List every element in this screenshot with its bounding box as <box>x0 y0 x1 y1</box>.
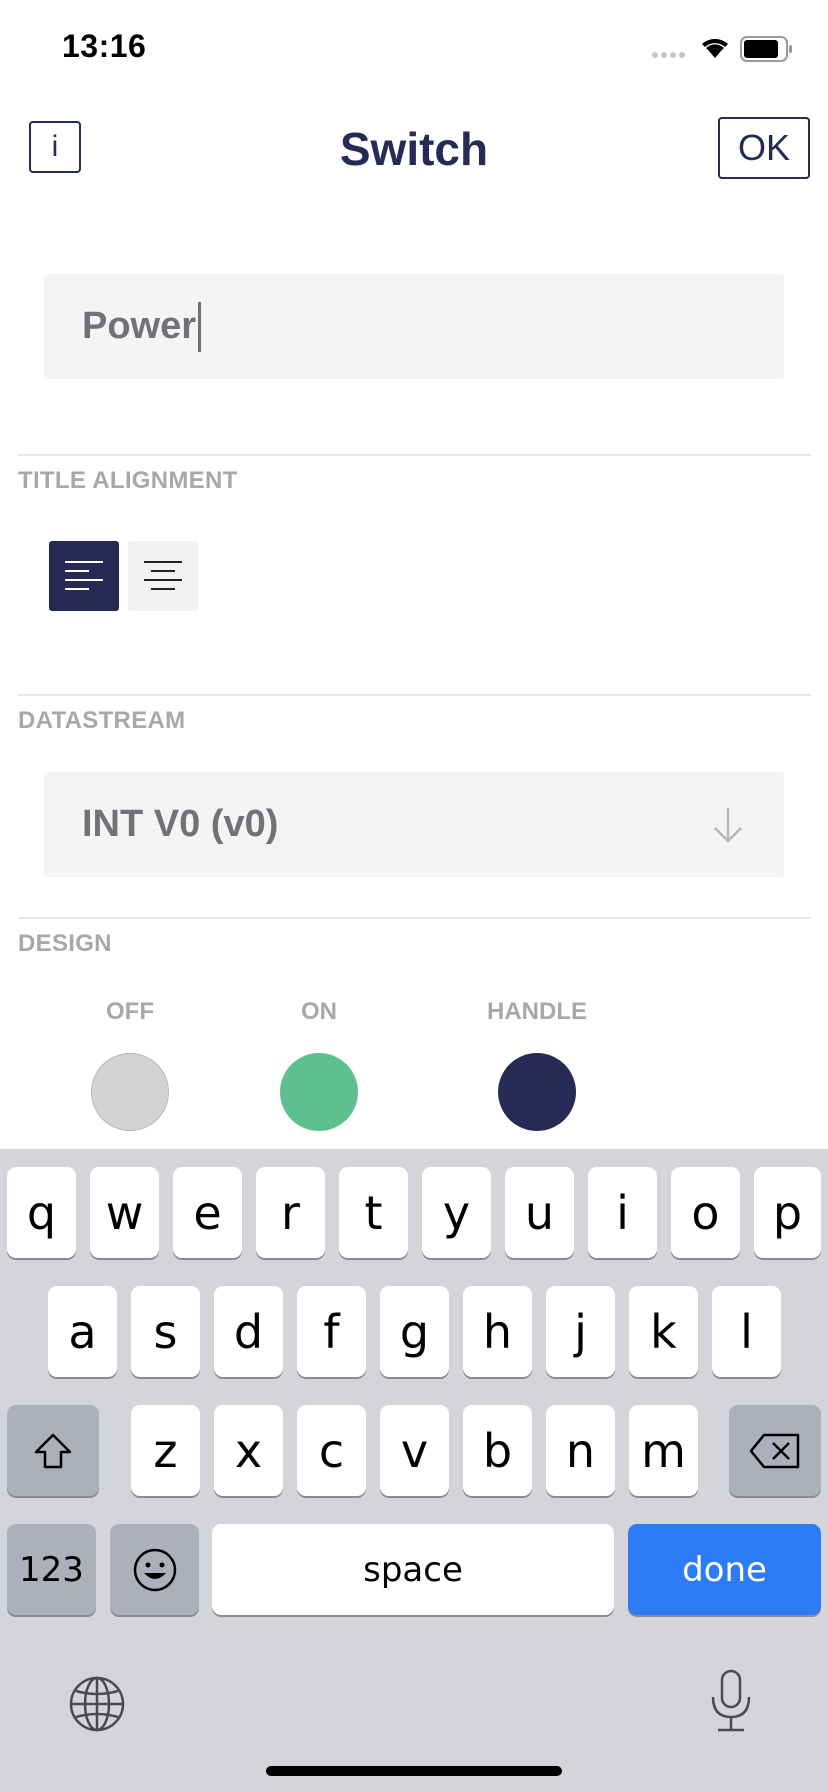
keyboard: q w e r t y u i o p a s d f g h j k l z … <box>0 1149 828 1792</box>
key-g[interactable]: g <box>380 1286 449 1377</box>
text-caret <box>198 301 202 352</box>
key-x[interactable]: x <box>214 1405 283 1496</box>
home-indicator <box>266 1766 562 1776</box>
divider <box>18 454 811 456</box>
backspace-key[interactable] <box>729 1405 821 1496</box>
key-i[interactable]: i <box>588 1167 657 1258</box>
space-key[interactable]: space <box>212 1524 614 1615</box>
key-c[interactable]: c <box>297 1405 366 1496</box>
align-center-button[interactable] <box>128 541 198 611</box>
key-a[interactable]: a <box>48 1286 117 1377</box>
off-color-label: OFF <box>106 998 154 1025</box>
key-y[interactable]: y <box>422 1167 491 1258</box>
key-t[interactable]: t <box>339 1167 408 1258</box>
key-p[interactable]: p <box>754 1167 821 1258</box>
key-u[interactable]: u <box>505 1167 574 1258</box>
key-n[interactable]: n <box>546 1405 615 1496</box>
shift-key[interactable] <box>7 1405 99 1496</box>
title-input[interactable]: Power <box>44 274 784 379</box>
align-left-button[interactable] <box>49 541 119 611</box>
handle-color-label: HANDLE <box>487 998 587 1025</box>
key-q[interactable]: q <box>7 1167 76 1258</box>
key-v[interactable]: v <box>380 1405 449 1496</box>
on-color-label: ON <box>301 998 337 1025</box>
design-label: DESIGN <box>18 930 112 957</box>
key-k[interactable]: k <box>629 1286 698 1377</box>
status-time: 13:16 <box>62 28 147 64</box>
key-m[interactable]: m <box>629 1405 698 1496</box>
key-h[interactable]: h <box>463 1286 532 1377</box>
emoji-key[interactable] <box>110 1524 199 1615</box>
divider <box>18 694 811 696</box>
key-d[interactable]: d <box>214 1286 283 1377</box>
cellular-signal-icon <box>652 52 685 58</box>
key-b[interactable]: b <box>463 1405 532 1496</box>
datastream-select[interactable]: INT V0 (v0) <box>44 772 784 877</box>
key-w[interactable]: w <box>90 1167 159 1258</box>
done-key[interactable]: done <box>628 1524 821 1615</box>
align-center-icon <box>144 561 182 590</box>
ok-button[interactable]: OK <box>718 117 810 179</box>
divider <box>18 917 811 919</box>
key-z[interactable]: z <box>131 1405 200 1496</box>
globe-icon[interactable] <box>68 1675 126 1733</box>
microphone-icon[interactable] <box>708 1669 754 1733</box>
off-color-swatch[interactable] <box>91 1053 169 1131</box>
numbers-key[interactable]: 123 <box>7 1524 96 1615</box>
key-o[interactable]: o <box>671 1167 740 1258</box>
key-f[interactable]: f <box>297 1286 366 1377</box>
wifi-icon <box>702 38 728 58</box>
align-left-icon <box>65 561 103 590</box>
key-r[interactable]: r <box>256 1167 325 1258</box>
key-l[interactable]: l <box>712 1286 781 1377</box>
datastream-label: DATASTREAM <box>18 707 186 734</box>
datastream-value: INT V0 (v0) <box>82 803 279 845</box>
page-title: Switch <box>339 123 489 175</box>
backspace-icon <box>749 1433 800 1468</box>
title-alignment-label: TITLE ALIGNMENT <box>18 467 238 494</box>
battery-icon <box>740 36 792 62</box>
title-input-value: Power <box>82 305 197 347</box>
key-e[interactable]: e <box>173 1167 242 1258</box>
key-s[interactable]: s <box>131 1286 200 1377</box>
on-color-swatch[interactable] <box>280 1053 358 1131</box>
shift-icon <box>34 1433 72 1468</box>
key-j[interactable]: j <box>546 1286 615 1377</box>
handle-color-swatch[interactable] <box>498 1053 576 1131</box>
arrow-down-icon <box>714 807 742 843</box>
emoji-icon <box>133 1548 176 1591</box>
